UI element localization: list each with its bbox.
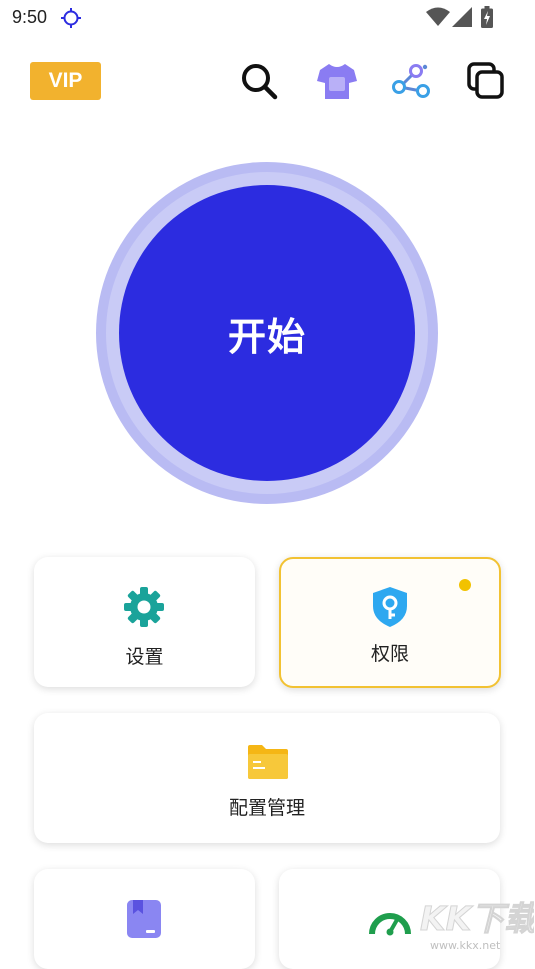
bookmark-icon (127, 900, 161, 938)
status-bar: 9:50 (0, 0, 535, 36)
search-icon[interactable] (238, 60, 280, 102)
shield-key-icon (371, 586, 409, 628)
signal-icon (452, 7, 472, 27)
battery-icon (481, 6, 493, 28)
share-icon[interactable] (390, 60, 432, 102)
vip-button[interactable]: VIP (30, 62, 101, 100)
status-time: 9:50 (12, 7, 48, 27)
settings-card[interactable]: 设置 (34, 557, 255, 687)
config-management-card-label: 配置管理 (228, 797, 305, 819)
folder-icon (247, 744, 289, 780)
wifi-icon (426, 7, 450, 27)
bottom-left-card[interactable] (34, 869, 255, 969)
permissions-card[interactable]: 权限 (279, 557, 501, 688)
location-icon (60, 7, 82, 29)
copy-icon[interactable] (465, 60, 507, 102)
start-button[interactable]: 开始 (119, 185, 415, 481)
settings-card-label: 设置 (125, 646, 164, 668)
tshirt-icon[interactable] (316, 60, 358, 102)
watermark-logo: KK下载 www.kkx.net (364, 894, 535, 953)
svg-text:www.kkx.net: www.kkx.net (430, 939, 501, 951)
svg-text:KK下载: KK下载 (420, 899, 534, 938)
config-management-card[interactable]: 配置管理 (34, 713, 500, 843)
notification-dot (459, 579, 471, 591)
start-button-label: 开始 (227, 314, 306, 359)
permissions-card-label: 权限 (370, 643, 409, 665)
gear-icon (123, 586, 165, 628)
